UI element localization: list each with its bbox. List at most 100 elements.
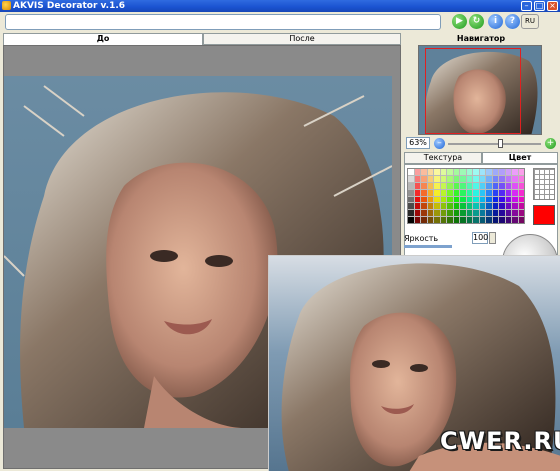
palette-color-cell[interactable] (440, 189, 446, 196)
palette-color-cell[interactable] (427, 175, 433, 182)
palette-color-cell[interactable] (440, 175, 446, 182)
palette-color-cell[interactable] (512, 175, 518, 182)
palette-color-cell[interactable] (518, 210, 524, 217)
palette-color-cell[interactable] (414, 203, 420, 210)
brightness-spinner[interactable] (489, 232, 496, 244)
palette-color-cell[interactable] (427, 196, 433, 203)
palette-color-cell[interactable] (479, 217, 485, 223)
palette-color-cell[interactable] (492, 175, 498, 182)
zoom-slider-thumb[interactable] (497, 139, 503, 148)
palette-color-cell[interactable] (460, 189, 466, 196)
zoom-field[interactable]: 63% (406, 137, 430, 149)
palette-color-cell[interactable] (414, 182, 420, 189)
zoom-out-button[interactable]: – (434, 138, 445, 149)
palette-color-cell[interactable] (453, 217, 459, 223)
palette-color-cell[interactable] (473, 210, 479, 217)
palette-color-cell[interactable] (408, 182, 414, 189)
palette-color-cell[interactable] (447, 182, 453, 189)
tab-texture[interactable]: Текстура (404, 152, 482, 164)
zoom-in-button[interactable]: + (545, 138, 556, 149)
palette-color-cell[interactable] (499, 182, 505, 189)
palette-color-cell[interactable] (505, 189, 511, 196)
palette-color-cell[interactable] (473, 169, 479, 175)
palette-color-cell[interactable] (466, 182, 472, 189)
minimize-button[interactable]: – (521, 1, 532, 11)
palette-color-cell[interactable] (492, 217, 498, 223)
color-palette[interactable] (407, 168, 525, 224)
palette-color-cell[interactable] (499, 169, 505, 175)
palette-color-cell[interactable] (427, 203, 433, 210)
palette-color-cell[interactable] (453, 189, 459, 196)
palette-color-cell[interactable] (447, 189, 453, 196)
palette-color-cell[interactable] (447, 175, 453, 182)
palette-color-cell[interactable] (512, 189, 518, 196)
palette-color-cell[interactable] (408, 175, 414, 182)
palette-color-cell[interactable] (518, 203, 524, 210)
palette-color-cell[interactable] (434, 189, 440, 196)
palette-color-cell[interactable] (421, 169, 427, 175)
palette-color-cell[interactable] (421, 203, 427, 210)
palette-color-cell[interactable] (447, 217, 453, 223)
palette-color-cell[interactable] (492, 210, 498, 217)
palette-color-cell[interactable] (408, 196, 414, 203)
palette-color-cell[interactable] (486, 189, 492, 196)
palette-color-cell[interactable] (414, 196, 420, 203)
palette-color-cell[interactable] (453, 182, 459, 189)
palette-color-cell[interactable] (492, 196, 498, 203)
palette-color-cell[interactable] (440, 217, 446, 223)
palette-color-cell[interactable] (440, 196, 446, 203)
palette-color-cell[interactable] (499, 175, 505, 182)
palette-color-cell[interactable] (421, 175, 427, 182)
palette-color-cell[interactable] (408, 210, 414, 217)
palette-color-cell[interactable] (414, 217, 420, 223)
palette-color-cell[interactable] (486, 203, 492, 210)
palette-color-cell[interactable] (460, 175, 466, 182)
palette-color-cell[interactable] (473, 203, 479, 210)
palette-color-cell[interactable] (466, 169, 472, 175)
palette-color-cell[interactable] (460, 203, 466, 210)
palette-color-cell[interactable] (512, 196, 518, 203)
palette-color-cell[interactable] (492, 182, 498, 189)
palette-color-cell[interactable] (447, 169, 453, 175)
palette-color-cell[interactable] (440, 169, 446, 175)
file-path-field[interactable] (5, 14, 441, 30)
palette-color-cell[interactable] (421, 217, 427, 223)
palette-color-cell[interactable] (453, 210, 459, 217)
palette-color-cell[interactable] (473, 182, 479, 189)
palette-color-cell[interactable] (447, 203, 453, 210)
palette-color-cell[interactable] (473, 217, 479, 223)
palette-color-cell[interactable] (434, 210, 440, 217)
run-button[interactable]: ▶ (452, 14, 467, 29)
palette-color-cell[interactable] (479, 210, 485, 217)
palette-color-cell[interactable] (434, 217, 440, 223)
palette-color-cell[interactable] (466, 189, 472, 196)
palette-color-cell[interactable] (492, 189, 498, 196)
palette-color-cell[interactable] (466, 175, 472, 182)
palette-color-cell[interactable] (518, 182, 524, 189)
palette-color-cell[interactable] (414, 210, 420, 217)
palette-color-cell[interactable] (460, 169, 466, 175)
palette-color-cell[interactable] (427, 182, 433, 189)
palette-color-cell[interactable] (434, 182, 440, 189)
help-button[interactable]: ? (505, 14, 520, 29)
palette-color-cell[interactable] (414, 169, 420, 175)
palette-color-cell[interactable] (473, 175, 479, 182)
refresh-button[interactable]: ↻ (469, 14, 484, 29)
palette-color-cell[interactable] (427, 217, 433, 223)
palette-color-cell[interactable] (434, 175, 440, 182)
palette-color-cell[interactable] (414, 189, 420, 196)
maximize-button[interactable]: □ (534, 1, 545, 11)
info-button[interactable]: i (488, 14, 503, 29)
palette-color-cell[interactable] (518, 217, 524, 223)
close-button[interactable]: × (547, 1, 558, 11)
palette-color-cell[interactable] (518, 175, 524, 182)
palette-color-cell[interactable] (414, 175, 420, 182)
palette-color-cell[interactable] (421, 189, 427, 196)
palette-color-cell[interactable] (512, 203, 518, 210)
palette-color-cell[interactable] (427, 169, 433, 175)
palette-color-cell[interactable] (518, 196, 524, 203)
palette-color-cell[interactable] (499, 189, 505, 196)
palette-color-cell[interactable] (499, 196, 505, 203)
palette-color-cell[interactable] (512, 217, 518, 223)
palette-color-cell[interactable] (505, 196, 511, 203)
